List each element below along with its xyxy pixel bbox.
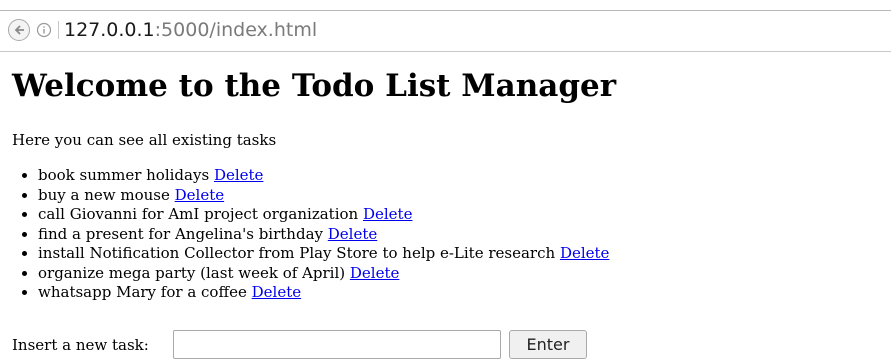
delete-link[interactable]: Delete [175,186,224,204]
url-separator [58,21,59,39]
list-item: call Giovanni for AmI project organizati… [38,205,882,225]
delete-link[interactable]: Delete [328,225,377,243]
delete-link[interactable]: Delete [214,166,263,184]
delete-link[interactable]: Delete [350,264,399,282]
task-list: book summer holidays Delete buy a new mo… [12,166,882,303]
list-item: book summer holidays Delete [38,166,882,186]
task-text: book summer holidays [38,166,210,184]
new-task-label: Insert a new task: [12,336,149,354]
list-item: buy a new mouse Delete [38,186,882,206]
new-task-input[interactable] [173,330,501,359]
url-host: 127.0.0.1 [64,19,155,41]
task-text: call Giovanni for AmI project organizati… [38,205,359,223]
page-content: Welcome to the Todo List Manager Here yo… [12,66,882,303]
list-item: organize mega party (last week of April)… [38,264,882,284]
enter-button[interactable]: Enter [509,330,587,359]
delete-link[interactable]: Delete [363,205,412,223]
info-icon[interactable] [36,22,52,38]
delete-link[interactable]: Delete [252,283,301,301]
intro-text: Here you can see all existing tasks [12,131,277,149]
list-item: install Notification Collector from Play… [38,244,882,264]
task-text: whatsapp Mary for a coffee [38,283,247,301]
url-field[interactable]: 127.0.0.1:5000/index.html [64,18,317,42]
task-text: organize mega party (last week of April) [38,263,346,282]
url-path: :5000/index.html [154,19,318,41]
browser-address-bar: 127.0.0.1:5000/index.html [0,10,891,52]
task-text: install Notification Collector from Play… [38,244,556,262]
list-item: whatsapp Mary for a coffee Delete [38,283,882,303]
list-item: find a present for Angelina's birthday D… [38,225,882,245]
delete-link[interactable]: Delete [560,244,609,262]
page-title: Welcome to the Todo List Manager [12,68,617,104]
task-text: find a present for Angelina's birthday [38,224,323,243]
back-button[interactable] [8,19,30,41]
back-arrow-icon [14,25,24,35]
task-text: buy a new mouse [38,185,170,204]
